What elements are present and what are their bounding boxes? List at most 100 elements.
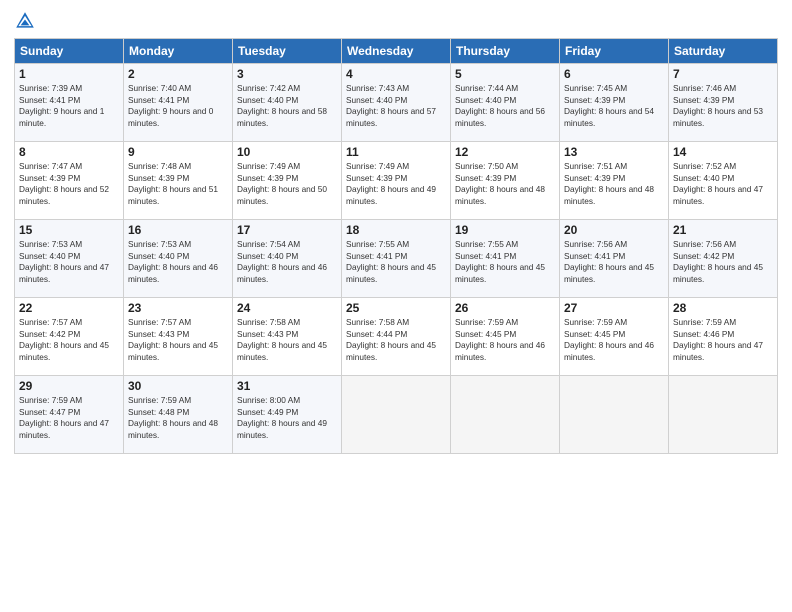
cell-info: Sunrise: 7:53 AMSunset: 4:40 PMDaylight:… [128, 239, 218, 284]
calendar-cell: 12 Sunrise: 7:50 AMSunset: 4:39 PMDaylig… [451, 142, 560, 220]
col-header-monday: Monday [124, 39, 233, 64]
day-number: 14 [673, 145, 773, 159]
calendar-cell: 9 Sunrise: 7:48 AMSunset: 4:39 PMDayligh… [124, 142, 233, 220]
calendar-cell: 20 Sunrise: 7:56 AMSunset: 4:41 PMDaylig… [560, 220, 669, 298]
cell-info: Sunrise: 7:55 AMSunset: 4:41 PMDaylight:… [455, 239, 545, 284]
col-header-wednesday: Wednesday [342, 39, 451, 64]
cell-info: Sunrise: 7:47 AMSunset: 4:39 PMDaylight:… [19, 161, 109, 206]
col-header-saturday: Saturday [669, 39, 778, 64]
calendar-cell [560, 376, 669, 454]
day-number: 23 [128, 301, 228, 315]
calendar-cell: 3 Sunrise: 7:42 AMSunset: 4:40 PMDayligh… [233, 64, 342, 142]
header [14, 10, 778, 32]
calendar-cell: 23 Sunrise: 7:57 AMSunset: 4:43 PMDaylig… [124, 298, 233, 376]
col-header-thursday: Thursday [451, 39, 560, 64]
calendar-cell [451, 376, 560, 454]
day-number: 2 [128, 67, 228, 81]
cell-info: Sunrise: 8:00 AMSunset: 4:49 PMDaylight:… [237, 395, 327, 440]
day-number: 9 [128, 145, 228, 159]
day-number: 22 [19, 301, 119, 315]
calendar-cell: 31 Sunrise: 8:00 AMSunset: 4:49 PMDaylig… [233, 376, 342, 454]
calendar-cell: 5 Sunrise: 7:44 AMSunset: 4:40 PMDayligh… [451, 64, 560, 142]
calendar-week-row: 15 Sunrise: 7:53 AMSunset: 4:40 PMDaylig… [15, 220, 778, 298]
calendar-cell: 24 Sunrise: 7:58 AMSunset: 4:43 PMDaylig… [233, 298, 342, 376]
col-header-tuesday: Tuesday [233, 39, 342, 64]
calendar-cell: 17 Sunrise: 7:54 AMSunset: 4:40 PMDaylig… [233, 220, 342, 298]
cell-info: Sunrise: 7:57 AMSunset: 4:43 PMDaylight:… [128, 317, 218, 362]
day-number: 6 [564, 67, 664, 81]
col-header-sunday: Sunday [15, 39, 124, 64]
cell-info: Sunrise: 7:48 AMSunset: 4:39 PMDaylight:… [128, 161, 218, 206]
calendar-cell: 19 Sunrise: 7:55 AMSunset: 4:41 PMDaylig… [451, 220, 560, 298]
calendar-cell: 13 Sunrise: 7:51 AMSunset: 4:39 PMDaylig… [560, 142, 669, 220]
cell-info: Sunrise: 7:55 AMSunset: 4:41 PMDaylight:… [346, 239, 436, 284]
day-number: 13 [564, 145, 664, 159]
cell-info: Sunrise: 7:49 AMSunset: 4:39 PMDaylight:… [237, 161, 327, 206]
calendar-cell: 30 Sunrise: 7:59 AMSunset: 4:48 PMDaylig… [124, 376, 233, 454]
day-number: 15 [19, 223, 119, 237]
calendar-cell: 6 Sunrise: 7:45 AMSunset: 4:39 PMDayligh… [560, 64, 669, 142]
calendar-week-row: 8 Sunrise: 7:47 AMSunset: 4:39 PMDayligh… [15, 142, 778, 220]
calendar-cell: 29 Sunrise: 7:59 AMSunset: 4:47 PMDaylig… [15, 376, 124, 454]
calendar-cell: 10 Sunrise: 7:49 AMSunset: 4:39 PMDaylig… [233, 142, 342, 220]
cell-info: Sunrise: 7:59 AMSunset: 4:45 PMDaylight:… [455, 317, 545, 362]
day-number: 31 [237, 379, 337, 393]
calendar-cell: 14 Sunrise: 7:52 AMSunset: 4:40 PMDaylig… [669, 142, 778, 220]
cell-info: Sunrise: 7:58 AMSunset: 4:44 PMDaylight:… [346, 317, 436, 362]
day-number: 8 [19, 145, 119, 159]
cell-info: Sunrise: 7:54 AMSunset: 4:40 PMDaylight:… [237, 239, 327, 284]
day-number: 17 [237, 223, 337, 237]
day-number: 3 [237, 67, 337, 81]
calendar-header-row: SundayMondayTuesdayWednesdayThursdayFrid… [15, 39, 778, 64]
day-number: 10 [237, 145, 337, 159]
day-number: 27 [564, 301, 664, 315]
col-header-friday: Friday [560, 39, 669, 64]
day-number: 16 [128, 223, 228, 237]
calendar-cell: 26 Sunrise: 7:59 AMSunset: 4:45 PMDaylig… [451, 298, 560, 376]
cell-info: Sunrise: 7:44 AMSunset: 4:40 PMDaylight:… [455, 83, 545, 128]
cell-info: Sunrise: 7:56 AMSunset: 4:42 PMDaylight:… [673, 239, 763, 284]
day-number: 7 [673, 67, 773, 81]
cell-info: Sunrise: 7:49 AMSunset: 4:39 PMDaylight:… [346, 161, 436, 206]
page-container: SundayMondayTuesdayWednesdayThursdayFrid… [0, 0, 792, 462]
logo-icon [14, 10, 36, 32]
day-number: 21 [673, 223, 773, 237]
calendar-week-row: 29 Sunrise: 7:59 AMSunset: 4:47 PMDaylig… [15, 376, 778, 454]
day-number: 20 [564, 223, 664, 237]
calendar-table: SundayMondayTuesdayWednesdayThursdayFrid… [14, 38, 778, 454]
calendar-cell: 1 Sunrise: 7:39 AMSunset: 4:41 PMDayligh… [15, 64, 124, 142]
cell-info: Sunrise: 7:59 AMSunset: 4:45 PMDaylight:… [564, 317, 654, 362]
calendar-cell [342, 376, 451, 454]
calendar-cell: 4 Sunrise: 7:43 AMSunset: 4:40 PMDayligh… [342, 64, 451, 142]
cell-info: Sunrise: 7:56 AMSunset: 4:41 PMDaylight:… [564, 239, 654, 284]
calendar-cell: 27 Sunrise: 7:59 AMSunset: 4:45 PMDaylig… [560, 298, 669, 376]
day-number: 25 [346, 301, 446, 315]
cell-info: Sunrise: 7:45 AMSunset: 4:39 PMDaylight:… [564, 83, 654, 128]
calendar-week-row: 22 Sunrise: 7:57 AMSunset: 4:42 PMDaylig… [15, 298, 778, 376]
calendar-week-row: 1 Sunrise: 7:39 AMSunset: 4:41 PMDayligh… [15, 64, 778, 142]
cell-info: Sunrise: 7:53 AMSunset: 4:40 PMDaylight:… [19, 239, 109, 284]
calendar-cell: 11 Sunrise: 7:49 AMSunset: 4:39 PMDaylig… [342, 142, 451, 220]
calendar-cell: 28 Sunrise: 7:59 AMSunset: 4:46 PMDaylig… [669, 298, 778, 376]
calendar-cell: 25 Sunrise: 7:58 AMSunset: 4:44 PMDaylig… [342, 298, 451, 376]
day-number: 18 [346, 223, 446, 237]
calendar-cell: 22 Sunrise: 7:57 AMSunset: 4:42 PMDaylig… [15, 298, 124, 376]
day-number: 29 [19, 379, 119, 393]
day-number: 26 [455, 301, 555, 315]
day-number: 5 [455, 67, 555, 81]
logo [14, 10, 40, 32]
day-number: 28 [673, 301, 773, 315]
day-number: 1 [19, 67, 119, 81]
calendar-cell: 21 Sunrise: 7:56 AMSunset: 4:42 PMDaylig… [669, 220, 778, 298]
day-number: 4 [346, 67, 446, 81]
calendar-cell: 16 Sunrise: 7:53 AMSunset: 4:40 PMDaylig… [124, 220, 233, 298]
calendar-cell: 7 Sunrise: 7:46 AMSunset: 4:39 PMDayligh… [669, 64, 778, 142]
day-number: 30 [128, 379, 228, 393]
cell-info: Sunrise: 7:59 AMSunset: 4:47 PMDaylight:… [19, 395, 109, 440]
day-number: 12 [455, 145, 555, 159]
cell-info: Sunrise: 7:59 AMSunset: 4:48 PMDaylight:… [128, 395, 218, 440]
calendar-cell: 18 Sunrise: 7:55 AMSunset: 4:41 PMDaylig… [342, 220, 451, 298]
cell-info: Sunrise: 7:43 AMSunset: 4:40 PMDaylight:… [346, 83, 436, 128]
cell-info: Sunrise: 7:42 AMSunset: 4:40 PMDaylight:… [237, 83, 327, 128]
cell-info: Sunrise: 7:58 AMSunset: 4:43 PMDaylight:… [237, 317, 327, 362]
